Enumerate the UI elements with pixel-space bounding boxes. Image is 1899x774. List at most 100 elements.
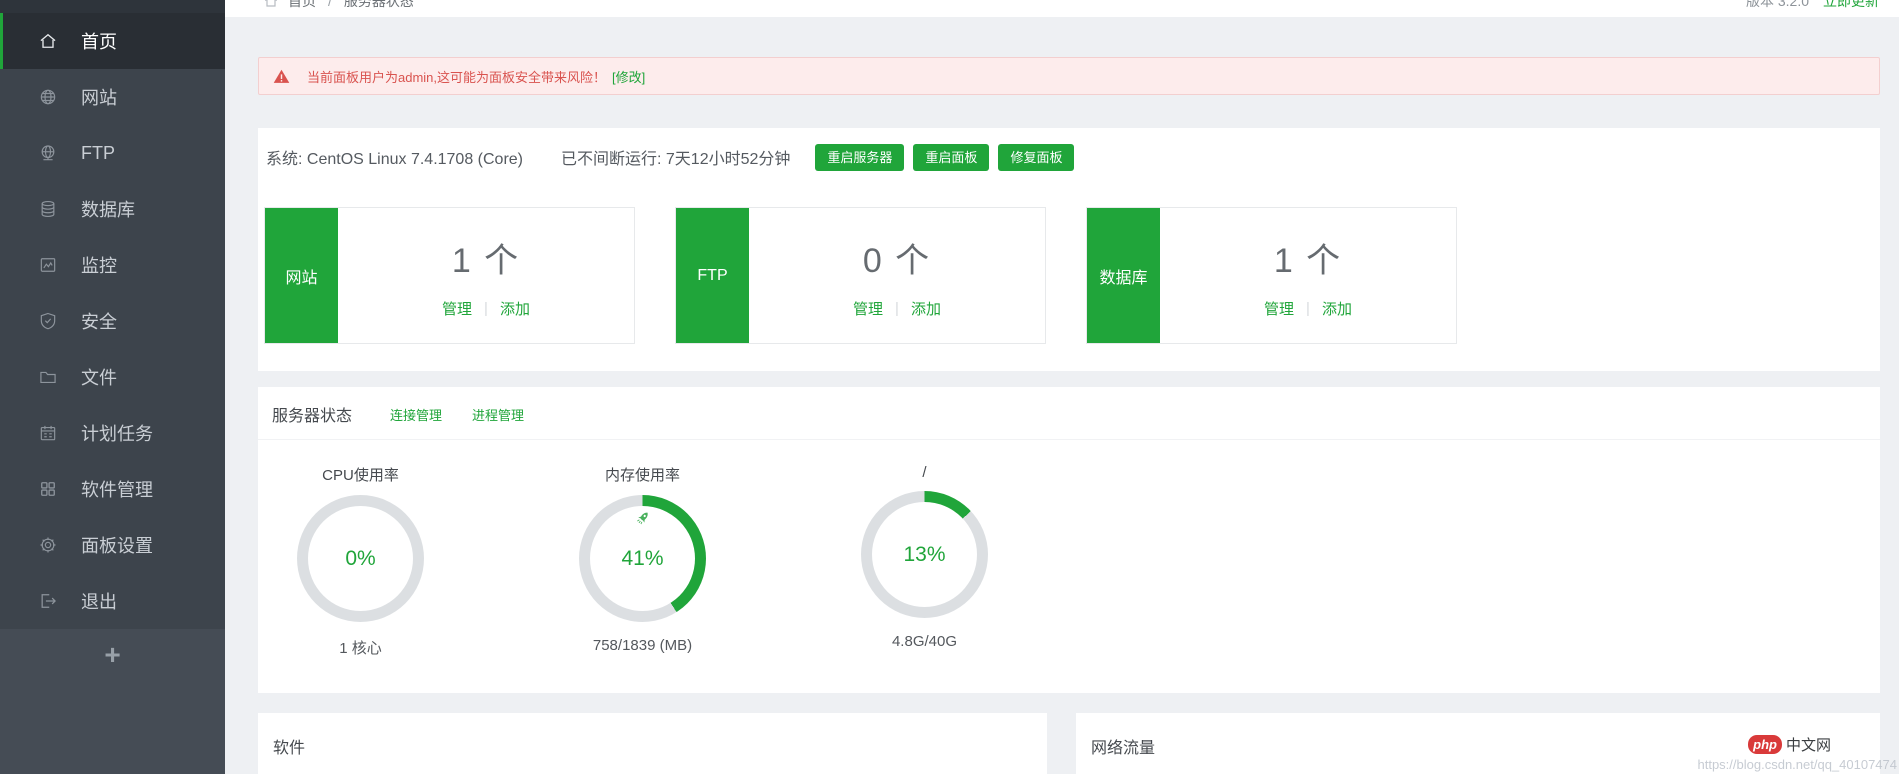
calendar-icon (38, 423, 58, 443)
software-panel: 软件 (258, 713, 1047, 774)
warning-icon (273, 68, 290, 85)
database-manage-link[interactable]: 管理 (1264, 298, 1294, 319)
process-manage-link[interactable]: 进程管理 (472, 405, 524, 424)
watermark-url: https://blog.csdn.net/qq_40107474 (1698, 757, 1898, 772)
uptime-label: 已不间断运行: 7天12小时52分钟 (561, 145, 790, 169)
sidebar-item-label: 软件管理 (81, 476, 153, 502)
restart-panel-button[interactable]: 重启面板 (913, 144, 989, 171)
watermark: php 中文网 https://blog.csdn.net/qq_4010747… (1698, 734, 1898, 772)
sidebar-footer: + (0, 629, 225, 669)
sidebar-item-label: FTP (81, 143, 115, 164)
connection-manage-link[interactable]: 连接管理 (390, 405, 442, 424)
cpu-gauge-value: 0% (297, 495, 424, 622)
database-icon (38, 199, 58, 219)
website-card-tag: 网站 (265, 208, 338, 343)
server-status-title: 服务器状态 (272, 402, 352, 426)
sidebar-item-logout[interactable]: 退出 (0, 573, 225, 629)
ftp-manage-link[interactable]: 管理 (853, 298, 883, 319)
website-stat-card: 网站 1 个 管理 | 添加 (264, 207, 635, 344)
sidebar: 首页 网站 FTP 数据库 监控 安全 文件 计划任务 (0, 0, 225, 774)
disk-gauge-value: 13% (861, 491, 988, 618)
admin-warning-banner: 当前面板用户为admin,这可能为面板安全带来风险！ [修改] (258, 57, 1880, 95)
disk-gauge-block: / 13% 4.8G/40G (822, 464, 1027, 658)
version-label: 版本 3.2.0 (1746, 0, 1809, 11)
ftp-icon (38, 143, 58, 163)
sidebar-item-label: 监控 (81, 252, 117, 278)
sidebar-item-home[interactable]: 首页 (0, 13, 225, 69)
sidebar-item-software[interactable]: 软件管理 (0, 461, 225, 517)
gear-icon (38, 535, 58, 555)
watermark-site-text: 中文网 (1786, 734, 1831, 755)
database-card-tag: 数据库 (1087, 208, 1160, 343)
breadcrumb-home-icon (263, 0, 279, 9)
topbar: 首页 / 服务器状态 版本 3.2.0 立即更新 (225, 0, 1899, 17)
sidebar-item-website[interactable]: 网站 (0, 69, 225, 125)
sidebar-item-label: 安全 (81, 308, 117, 334)
ftp-add-link[interactable]: 添加 (911, 298, 941, 319)
php-logo: php (1748, 735, 1782, 754)
sidebar-item-label: 数据库 (81, 196, 135, 222)
globe-icon (38, 87, 58, 107)
memory-gauge-detail: 758/1839 (MB) (540, 637, 745, 654)
cpu-gauge-block: CPU使用率 0% 1 核心 (258, 464, 463, 658)
disk-gauge-title: / (822, 464, 1027, 481)
breadcrumb-current: 服务器状态 (344, 0, 414, 11)
cpu-gauge-title: CPU使用率 (258, 464, 463, 485)
ftp-count: 0 个 (863, 233, 931, 282)
software-panel-title: 软件 (258, 713, 1047, 774)
memory-gauge-ring: 41% (579, 495, 706, 622)
sidebar-item-label: 计划任务 (81, 420, 153, 446)
home-icon (38, 31, 58, 51)
disk-gauge-detail: 4.8G/40G (822, 633, 1027, 650)
os-label: 系统: CentOS Linux 7.4.1708 (Core) (266, 145, 523, 169)
sidebar-logo-strip (0, 0, 225, 13)
sidebar-item-label: 文件 (81, 364, 117, 390)
breadcrumb-separator: / (328, 0, 332, 9)
disk-gauge-ring: 13% (861, 491, 988, 618)
sidebar-item-label: 网站 (81, 84, 117, 110)
sidebar-item-monitor[interactable]: 监控 (0, 237, 225, 293)
website-manage-link[interactable]: 管理 (442, 298, 472, 319)
add-shortcut-button[interactable]: + (104, 641, 120, 669)
sidebar-item-label: 退出 (81, 588, 117, 614)
database-add-link[interactable]: 添加 (1322, 298, 1352, 319)
stat-cards-row: 网站 1 个 管理 | 添加 FTP 0 个 管理 | (264, 207, 1874, 344)
monitor-icon (38, 255, 58, 275)
sidebar-item-label: 首页 (81, 28, 117, 54)
database-stat-card: 数据库 1 个 管理 | 添加 (1086, 207, 1457, 344)
restart-server-button[interactable]: 重启服务器 (815, 144, 904, 171)
ftp-card-tag: FTP (676, 208, 749, 343)
website-add-link[interactable]: 添加 (500, 298, 530, 319)
gauges-row: CPU使用率 0% 1 核心 内存使用率 41% 758/1839 (MB) /… (258, 440, 1880, 658)
divider: | (1306, 300, 1310, 317)
memory-gauge-value: 41% (579, 495, 706, 622)
warning-text: 当前面板用户为admin,这可能为面板安全带来风险！ (307, 67, 606, 86)
database-count: 1 个 (1274, 233, 1342, 282)
shield-icon (38, 311, 58, 331)
logout-icon (38, 591, 58, 611)
modify-user-link[interactable]: [修改] (612, 67, 645, 86)
bottom-panels-row: 软件 网络流量 (258, 713, 1880, 774)
divider: | (484, 300, 488, 317)
folder-icon (38, 367, 58, 387)
divider: | (895, 300, 899, 317)
ftp-stat-card: FTP 0 个 管理 | 添加 (675, 207, 1046, 344)
cpu-gauge-detail: 1 核心 (258, 637, 463, 658)
memory-gauge-block: 内存使用率 41% 758/1839 (MB) (540, 464, 745, 658)
sidebar-item-settings[interactable]: 面板设置 (0, 517, 225, 573)
sidebar-menu: 首页 网站 FTP 数据库 监控 安全 文件 计划任务 (0, 13, 225, 629)
update-now-link[interactable]: 立即更新 (1823, 0, 1879, 11)
server-status-panel: 服务器状态 连接管理 进程管理 CPU使用率 0% 1 核心 内存使用率 41%… (258, 387, 1880, 693)
sidebar-item-ftp[interactable]: FTP (0, 125, 225, 181)
sidebar-item-label: 面板设置 (81, 532, 153, 558)
sidebar-item-files[interactable]: 文件 (0, 349, 225, 405)
repair-panel-button[interactable]: 修复面板 (998, 144, 1074, 171)
sidebar-item-cron[interactable]: 计划任务 (0, 405, 225, 461)
cpu-gauge-ring: 0% (297, 495, 424, 622)
sidebar-item-database[interactable]: 数据库 (0, 181, 225, 237)
memory-gauge-title: 内存使用率 (540, 464, 745, 485)
website-count: 1 个 (452, 233, 520, 282)
breadcrumb-home[interactable]: 首页 (288, 0, 316, 11)
main-content: 首页 / 服务器状态 版本 3.2.0 立即更新 当前面板用户为admin,这可… (225, 0, 1899, 774)
sidebar-item-security[interactable]: 安全 (0, 293, 225, 349)
